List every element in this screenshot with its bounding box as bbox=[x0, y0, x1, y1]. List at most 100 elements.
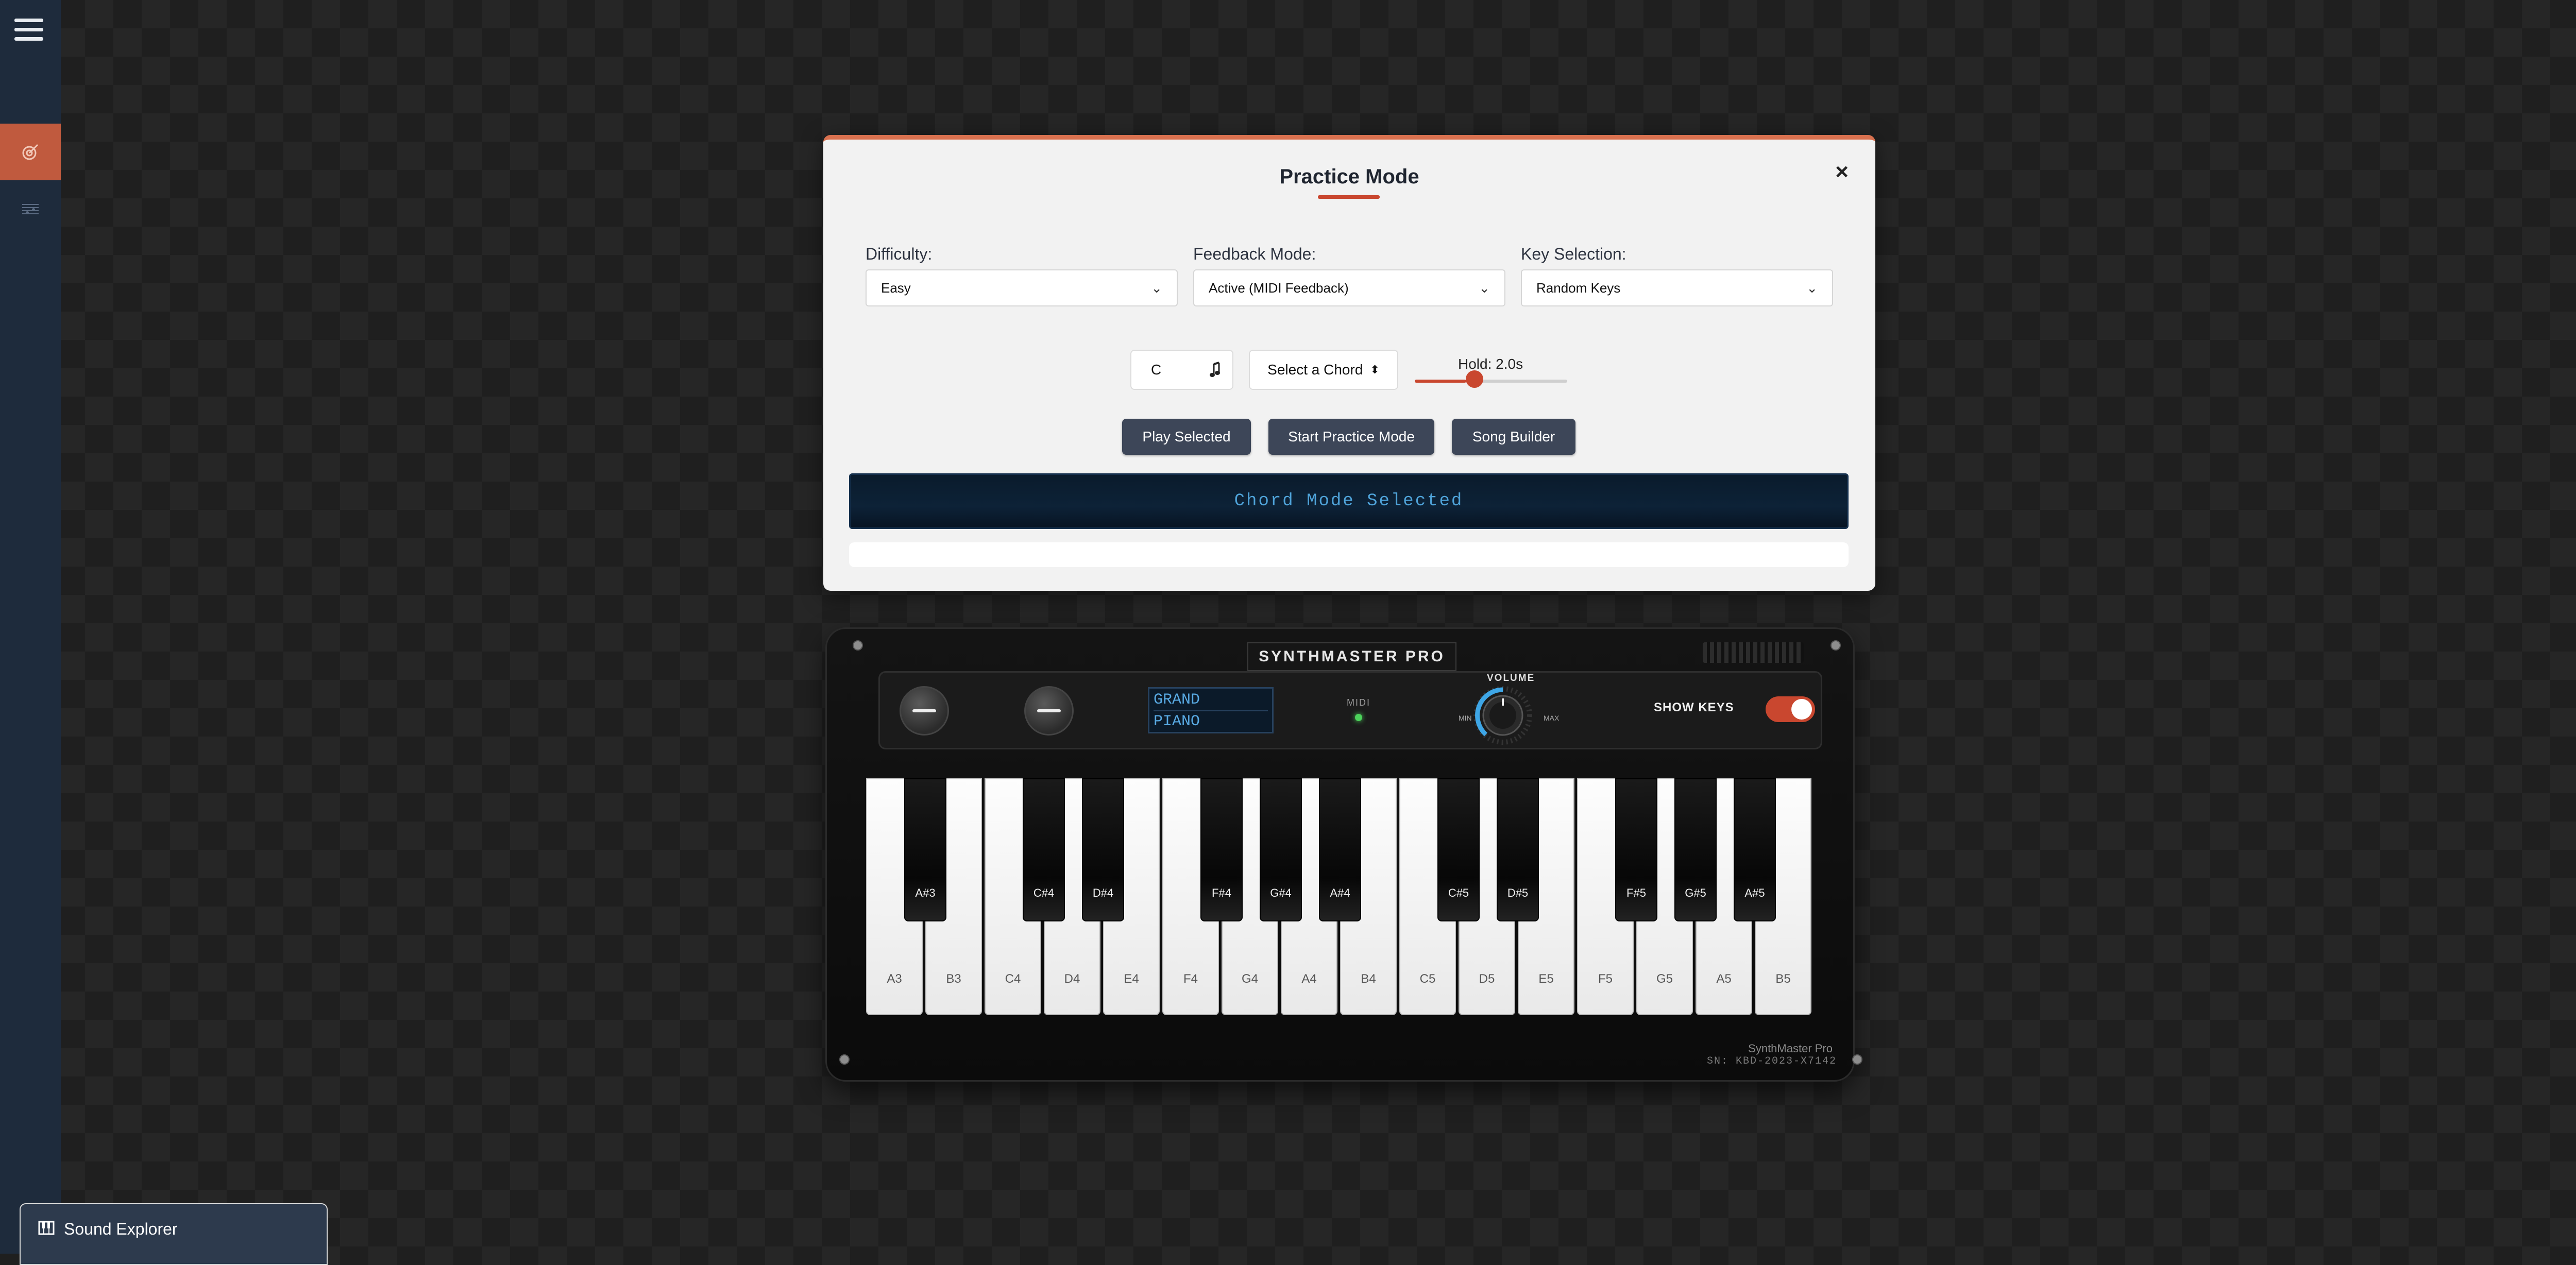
white-key-label: E4 bbox=[1124, 972, 1139, 986]
black-key-label: A#4 bbox=[1330, 886, 1350, 899]
lcd-line-2: PIANO bbox=[1154, 710, 1268, 732]
knob-left[interactable] bbox=[900, 686, 949, 736]
black-key[interactable]: C#4 bbox=[1023, 778, 1065, 921]
control-panel: GRAND PIANO MIDI VOLUME MIN MAX SHOW KEY… bbox=[878, 671, 1822, 749]
difficulty-label: Difficulty: bbox=[866, 245, 933, 263]
hamburger-icon[interactable] bbox=[14, 19, 43, 42]
practice-mode-modal: Practice Mode × Difficulty: Easy ⌄ Feedb… bbox=[823, 135, 1875, 591]
knob-right[interactable] bbox=[1024, 686, 1074, 736]
white-key-label: G4 bbox=[1241, 972, 1258, 986]
sidebar-item-sheet-music[interactable] bbox=[0, 180, 61, 237]
white-key-label: G5 bbox=[1656, 972, 1673, 986]
hold-label: Hold: 2.0s bbox=[1458, 356, 1523, 372]
volume-max-label: MAX bbox=[1544, 714, 1560, 722]
black-key[interactable]: F#4 bbox=[1200, 778, 1243, 921]
hold-slider-fill bbox=[1415, 380, 1466, 383]
black-key-label: C#5 bbox=[1448, 886, 1469, 899]
difficulty-value: Easy bbox=[881, 280, 911, 296]
brand-label: SYNTHMASTER PRO bbox=[1247, 642, 1456, 671]
key-selection-select[interactable]: Random Keys ⌄ bbox=[1521, 269, 1833, 306]
black-key-label: D#5 bbox=[1507, 886, 1529, 899]
black-key-label: F#5 bbox=[1626, 886, 1646, 899]
white-key-label: A4 bbox=[1301, 972, 1317, 986]
hold-slider-thumb[interactable] bbox=[1466, 370, 1483, 388]
synth-keyboard: SYNTHMASTER PRO GRAND PIANO MIDI VOLUME … bbox=[825, 627, 1862, 1082]
screw bbox=[1852, 1054, 1862, 1065]
feedback-mode-value: Active (MIDI Feedback) bbox=[1209, 280, 1349, 296]
lcd-line-1: GRAND bbox=[1154, 691, 1200, 709]
white-key-label: B4 bbox=[1361, 972, 1376, 986]
piano-keys: A3 B3 C4 D4 E4 F4 G4 A4 B4 C5 D5 E5 F5 G5 A5 B5 A#3 C#4 D#… bbox=[866, 778, 1824, 1020]
black-key-label: F#4 bbox=[1212, 886, 1231, 899]
white-key-label: C5 bbox=[1419, 972, 1436, 986]
black-key-label: G#5 bbox=[1685, 886, 1706, 899]
white-key-label: E5 bbox=[1538, 972, 1554, 986]
black-key-label: C#4 bbox=[1033, 886, 1055, 899]
key-selection-value: Random Keys bbox=[1536, 280, 1621, 296]
target-icon bbox=[22, 144, 39, 160]
chevron-updown-icon: ⬍ bbox=[1370, 363, 1380, 376]
show-keys-label: SHOW KEYS bbox=[1654, 700, 1734, 714]
screw bbox=[853, 640, 863, 651]
speaker-vent bbox=[1703, 642, 1804, 663]
sidebar bbox=[0, 0, 61, 1254]
feedback-mode-label: Feedback Mode: bbox=[1193, 245, 1316, 263]
white-key-label: F5 bbox=[1598, 972, 1613, 986]
black-key-label: G#4 bbox=[1270, 886, 1292, 899]
serial-number: SN: KBD-2023-X7142 bbox=[1706, 1055, 1837, 1067]
black-key[interactable]: C#5 bbox=[1437, 778, 1480, 921]
black-key[interactable]: A#4 bbox=[1319, 778, 1361, 921]
black-key-label: A#3 bbox=[915, 886, 936, 899]
midi-label: MIDI bbox=[1347, 697, 1370, 708]
difficulty-select[interactable]: Easy ⌄ bbox=[866, 269, 1178, 306]
white-key-label: D5 bbox=[1479, 972, 1495, 986]
progress-bar bbox=[849, 542, 1849, 567]
song-builder-button[interactable]: Song Builder bbox=[1452, 419, 1575, 455]
sidebar-item-practice[interactable] bbox=[0, 124, 61, 180]
white-key-label: F4 bbox=[1183, 972, 1198, 986]
sheet-music-icon bbox=[22, 204, 39, 214]
black-key[interactable]: D#4 bbox=[1082, 778, 1124, 921]
root-note-value: C bbox=[1151, 362, 1162, 378]
white-key-label: D4 bbox=[1064, 972, 1080, 986]
sound-explorer-button[interactable]: Sound Explorer bbox=[20, 1203, 328, 1265]
chord-select-value: Select a Chord bbox=[1267, 362, 1363, 378]
chevron-down-icon: ⌄ bbox=[1479, 280, 1490, 296]
play-selected-button[interactable]: Play Selected bbox=[1122, 419, 1251, 455]
status-display: Chord Mode Selected bbox=[849, 473, 1849, 529]
white-key-label: A5 bbox=[1716, 972, 1732, 986]
white-key-label: B3 bbox=[946, 972, 961, 986]
midi-led bbox=[1355, 714, 1362, 721]
chord-select[interactable]: Select a Chord ⬍ bbox=[1249, 350, 1398, 390]
feedback-mode-select[interactable]: Active (MIDI Feedback) ⌄ bbox=[1193, 269, 1505, 306]
piano-icon bbox=[38, 1221, 55, 1235]
chevron-down-icon: ⌄ bbox=[1151, 280, 1162, 296]
volume-min-label: MIN bbox=[1459, 714, 1472, 722]
chevron-down-icon: ⌄ bbox=[1806, 280, 1818, 296]
screw bbox=[839, 1054, 850, 1065]
black-key[interactable]: A#3 bbox=[904, 778, 946, 921]
lcd-display: GRAND PIANO bbox=[1148, 687, 1274, 733]
start-practice-mode-button[interactable]: Start Practice Mode bbox=[1268, 419, 1434, 455]
root-note-select[interactable]: C bbox=[1130, 350, 1233, 390]
black-key[interactable]: D#5 bbox=[1497, 778, 1539, 921]
white-key-label: B5 bbox=[1775, 972, 1791, 986]
volume-label: VOLUME bbox=[1487, 673, 1535, 683]
title-underline bbox=[1318, 195, 1380, 199]
close-button[interactable]: × bbox=[1835, 159, 1849, 185]
music-note-icon bbox=[1210, 362, 1220, 377]
black-key[interactable]: F#5 bbox=[1615, 778, 1657, 921]
modal-title: Practice Mode bbox=[1279, 165, 1419, 188]
black-key[interactable]: G#5 bbox=[1674, 778, 1717, 921]
black-key-label: D#4 bbox=[1092, 886, 1114, 899]
show-keys-toggle[interactable] bbox=[1766, 696, 1815, 722]
black-key-label: A#5 bbox=[1744, 886, 1765, 899]
volume-knob[interactable] bbox=[1472, 685, 1533, 746]
screw bbox=[1831, 640, 1841, 651]
black-key[interactable]: G#4 bbox=[1260, 778, 1302, 921]
white-key-label: A3 bbox=[887, 972, 902, 986]
sound-explorer-label: Sound Explorer bbox=[64, 1220, 178, 1238]
black-key[interactable]: A#5 bbox=[1734, 778, 1776, 921]
white-key-label: C4 bbox=[1005, 972, 1021, 986]
toggle-knob bbox=[1791, 699, 1812, 720]
